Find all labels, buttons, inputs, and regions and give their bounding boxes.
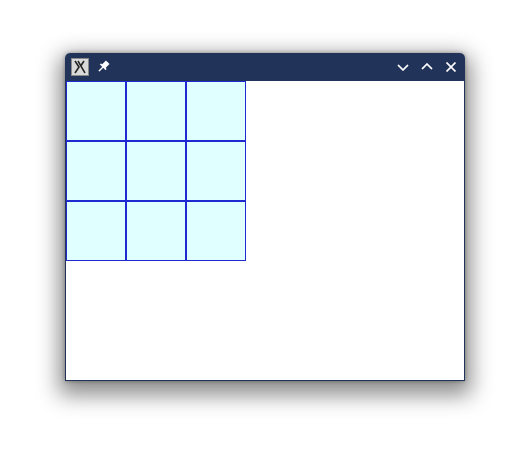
grid-cell[interactable] (66, 81, 126, 141)
application-window (65, 53, 465, 381)
grid-cell[interactable] (186, 141, 246, 201)
grid-cell[interactable] (126, 201, 186, 261)
chevron-up-icon (421, 62, 433, 70)
minimize-button[interactable] (395, 59, 411, 75)
grid-cell[interactable] (126, 141, 186, 201)
maximize-button[interactable] (419, 59, 435, 75)
grid-cell[interactable] (186, 81, 246, 141)
grid-cell[interactable] (66, 201, 126, 261)
cell-grid (66, 81, 246, 261)
pin-icon[interactable] (96, 59, 111, 74)
title-bar[interactable] (65, 53, 465, 81)
close-button[interactable] (443, 59, 459, 75)
chevron-down-icon (397, 64, 409, 72)
close-icon (445, 61, 457, 73)
grid-cell[interactable] (66, 141, 126, 201)
client-area (65, 81, 465, 381)
grid-cell[interactable] (186, 201, 246, 261)
grid-cell[interactable] (126, 81, 186, 141)
x-window-app-icon[interactable] (71, 58, 89, 76)
